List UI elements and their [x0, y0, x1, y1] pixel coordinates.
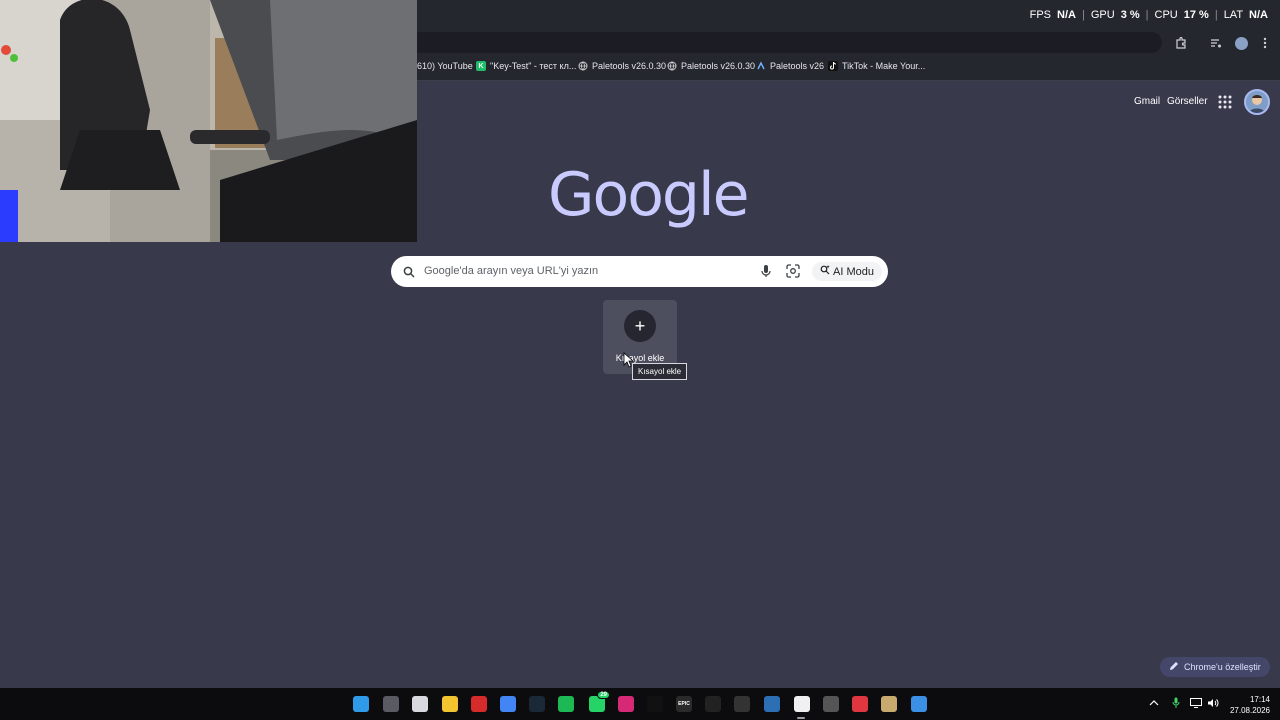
epic-games-icon[interactable]: EPIC — [676, 696, 692, 712]
defender-icon[interactable] — [911, 696, 927, 712]
add-shortcut-label: Kısayol ekle — [615, 353, 665, 363]
webcam-overlay — [0, 0, 417, 242]
extensions-icon[interactable] — [1172, 34, 1190, 52]
ai-sparkle-search-icon — [820, 265, 830, 278]
bookmark-paletools-2[interactable]: Paletools v26.0.30 — [667, 61, 755, 71]
bookmark-youtube[interactable]: (610) YouTube — [414, 61, 473, 71]
cpu-label: CPU — [1154, 9, 1178, 21]
performance-overlay: FPS N/A | GPU 3 % | CPU 17 % | LAT N/A — [1030, 9, 1268, 21]
bookmark-paletools-v26[interactable]: Paletools v26 — [756, 61, 824, 71]
globe-icon — [667, 61, 677, 71]
league-icon[interactable] — [881, 696, 897, 712]
tray-chevron-up-icon[interactable] — [1148, 697, 1160, 709]
customize-chrome-label: Chrome'u özelleştir — [1184, 662, 1261, 672]
clock-time: 17:14 — [1249, 695, 1270, 704]
windows-start-icon[interactable] — [353, 696, 369, 712]
windows-taskbar — [0, 688, 1280, 720]
bookmark-label: Paletools v26.0.30 — [592, 61, 667, 71]
google-lens-icon[interactable] — [786, 264, 800, 278]
pencil-icon — [1169, 661, 1179, 673]
bookmark-label: (610) YouTube — [414, 61, 473, 71]
menu-kebab-icon[interactable] — [1256, 34, 1274, 52]
images-link[interactable]: Görseller — [1167, 96, 1208, 107]
microphone-icon[interactable] — [759, 264, 773, 278]
apps-grid-icon[interactable] — [1217, 94, 1233, 110]
app-icon-text: EPIC — [678, 701, 690, 707]
google-logo: Google — [548, 160, 750, 230]
hud-separator: | — [1081, 9, 1085, 21]
search-box[interactable]: Google'da arayın veya URL'yi yazın AI Mo… — [391, 256, 888, 287]
bookmark-paletools-1[interactable]: Paletools v26.0.30 — [578, 61, 666, 71]
bookmark-label: TikTok - Make Your... — [842, 61, 926, 71]
bookmark-key-test[interactable]: K "Key-Test" - тест кл... — [476, 61, 576, 71]
add-shortcut-tooltip: Kısayol ekle — [632, 363, 688, 380]
bookmark-label: Paletools v26 — [770, 61, 825, 71]
fps-label: FPS — [1029, 9, 1052, 21]
app-dark-icon[interactable] — [734, 696, 750, 712]
clock-date: 27.08.2026 — [1229, 706, 1270, 715]
webcam-scene-image — [0, 0, 417, 242]
chrome-icon[interactable] — [500, 696, 516, 712]
mouse-cursor-icon — [623, 352, 635, 368]
search-icon — [403, 265, 415, 278]
app-red-icon[interactable] — [471, 696, 487, 712]
hud-separator: | — [1214, 9, 1218, 21]
notepad-icon[interactable] — [794, 696, 810, 712]
microphone-tray-icon[interactable] — [1170, 697, 1182, 709]
lat-value: N/A — [1249, 9, 1268, 21]
valorant-icon[interactable] — [852, 696, 868, 712]
bookmark-label: Paletools v26.0.30 — [681, 61, 756, 71]
system-clock[interactable]: 17:14 27.08.2026 — [1226, 694, 1270, 716]
account-avatar[interactable] — [1244, 89, 1270, 115]
plus-icon: + — [624, 310, 656, 342]
media-control-icon[interactable] — [1207, 34, 1225, 52]
network-icon[interactable] — [1190, 697, 1202, 709]
app-circle-icon[interactable] — [823, 696, 839, 712]
task-view-icon[interactable] — [383, 696, 399, 712]
profile-avatar-small[interactable] — [1232, 34, 1250, 52]
tiktok-icon — [828, 61, 838, 71]
volume-icon[interactable] — [1207, 697, 1219, 709]
steam-icon[interactable] — [529, 696, 545, 712]
instagram-icon[interactable] — [618, 696, 634, 712]
search-input[interactable]: Google'da arayın veya URL'yi yazın — [424, 265, 598, 277]
fps-value: N/A — [1057, 9, 1076, 21]
logitech-icon[interactable] — [705, 696, 721, 712]
notification-badge: 29 — [597, 691, 610, 699]
hud-separator: | — [1145, 9, 1149, 21]
ai-mode-label: AI Modu — [833, 265, 874, 278]
gpu-value: 3 % — [1120, 9, 1140, 21]
address-bar[interactable] — [410, 32, 1162, 53]
gpu-label: GPU — [1090, 9, 1115, 21]
tiktok-icon[interactable] — [647, 696, 663, 712]
store-icon[interactable] — [412, 696, 428, 712]
paletools-icon — [756, 61, 766, 71]
k-icon: K — [476, 61, 486, 71]
app-blue-icon[interactable] — [764, 696, 780, 712]
gmail-link[interactable]: Gmail — [1134, 96, 1160, 107]
spotify-icon[interactable] — [558, 696, 574, 712]
bookmark-tiktok[interactable]: TikTok - Make Your... — [828, 61, 925, 71]
globe-icon — [578, 61, 588, 71]
bookmark-label: "Key-Test" - тест кл... — [490, 61, 577, 71]
ai-mode-button[interactable]: AI Modu — [812, 262, 882, 281]
active-app-indicator — [797, 717, 805, 719]
cpu-value: 17 % — [1183, 9, 1209, 21]
lat-label: LAT — [1223, 9, 1244, 21]
customize-chrome-button[interactable]: Chrome'u özelleştir — [1160, 657, 1270, 677]
whatsapp-icon[interactable]: 29 — [589, 691, 610, 712]
file-explorer-icon[interactable] — [442, 696, 458, 712]
